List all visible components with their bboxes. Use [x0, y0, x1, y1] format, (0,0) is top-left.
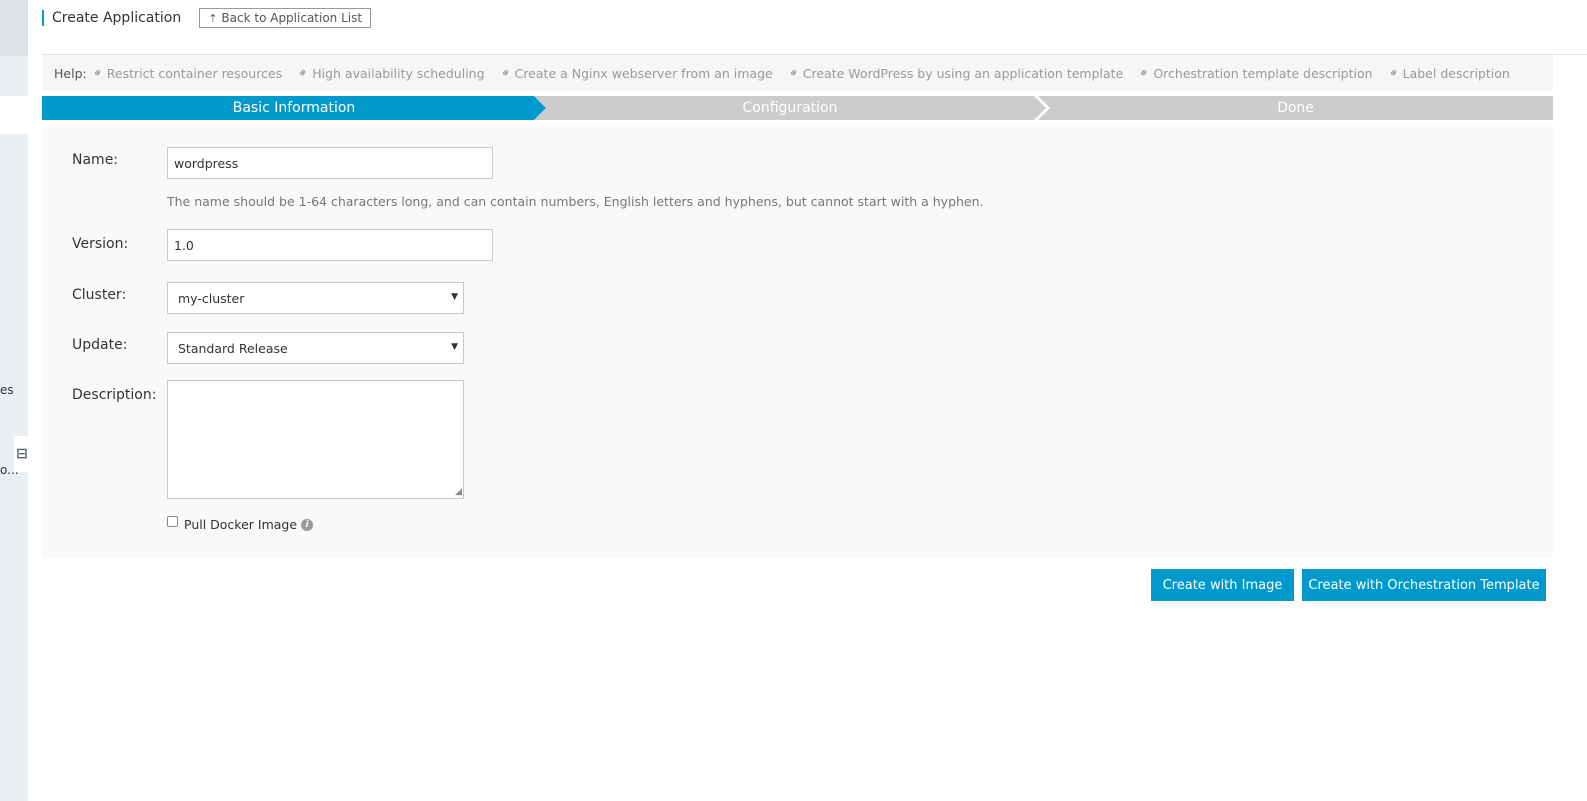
version-value: 1.0 — [174, 237, 194, 253]
link-icon: ⚭ — [1135, 64, 1153, 82]
sidebar-collapse-icon[interactable]: ⊟ — [14, 436, 30, 472]
basic-info-form: Name: wordpress The name should be 1-64 … — [42, 127, 1553, 558]
sidebar-active-item[interactable] — [0, 96, 28, 134]
name-label: Name: — [72, 152, 119, 168]
help-link-label-desc[interactable]: ⚭ Label description — [1385, 64, 1510, 81]
sidebar-item-truncated[interactable]: es — [0, 383, 14, 397]
link-icon: ⚭ — [785, 64, 803, 82]
help-link-wordpress[interactable]: ⚭ Create WordPress by using an applicatio… — [785, 64, 1124, 81]
description-label: Description: — [72, 387, 157, 403]
back-arrow-icon: ⇡ — [208, 11, 218, 25]
wizard-steps: Basic Information Configuration Done — [42, 96, 1553, 120]
link-icon: ⚭ — [1385, 64, 1403, 82]
update-value: Standard Release — [178, 340, 288, 356]
name-input[interactable]: wordpress — [167, 147, 493, 179]
sidebar-header-block — [0, 0, 28, 56]
name-hint: The name should be 1-64 characters long,… — [167, 194, 984, 209]
help-link-label: Label description — [1402, 65, 1510, 81]
version-label: Version: — [72, 236, 129, 252]
cluster-select[interactable]: my-cluster ▼ — [167, 282, 464, 314]
title-accent-bar — [42, 10, 44, 26]
page-header: Create Application ⇡ Back to Application… — [42, 6, 372, 30]
help-link-label: Restrict container resources — [106, 65, 283, 81]
chevron-down-icon: ▼ — [451, 292, 458, 302]
create-with-template-button[interactable]: Create with Orchestration Template — [1302, 569, 1546, 601]
help-label: Help: — [54, 65, 87, 81]
help-link-label: Create WordPress by using an application… — [802, 65, 1124, 81]
page-title: Create Application — [52, 10, 182, 26]
help-link-label: Create a Nginx webserver from an image — [514, 65, 773, 81]
chevron-down-icon: ▼ — [451, 342, 458, 352]
link-icon: ⚭ — [294, 64, 312, 82]
link-icon: ⚭ — [497, 64, 515, 82]
help-link-orchestration[interactable]: ⚭ Orchestration template description — [1135, 64, 1373, 82]
update-select[interactable]: Standard Release ▼ — [167, 332, 464, 364]
step-done: Done — [1038, 96, 1553, 120]
description-textarea[interactable]: ◢ — [167, 380, 464, 499]
cluster-label: Cluster: — [72, 287, 127, 303]
step-configuration: Configuration — [534, 96, 1046, 120]
cluster-value: my-cluster — [178, 290, 245, 306]
back-to-list-button[interactable]: ⇡ Back to Application List — [199, 8, 372, 28]
pull-docker-image-row: Pull Docker Image i — [167, 516, 314, 532]
step-basic-information: Basic Information — [42, 96, 546, 120]
pull-docker-image-checkbox[interactable] — [167, 516, 178, 527]
name-value: wordpress — [174, 155, 239, 171]
link-icon: ⚭ — [89, 64, 107, 82]
left-sidebar: es o... ⊟ — [0, 0, 30, 801]
back-button-label: Back to Application List — [221, 11, 363, 25]
help-link-ha-scheduling[interactable]: ⚭ High availability scheduling — [294, 64, 485, 82]
version-input[interactable]: 1.0 — [167, 229, 493, 261]
help-link-label: High availability scheduling — [312, 65, 485, 81]
help-link-label: Orchestration template description — [1153, 65, 1373, 81]
info-icon[interactable]: i — [301, 518, 314, 531]
resize-handle-icon[interactable]: ◢ — [455, 488, 462, 497]
create-with-image-button[interactable]: Create with Image — [1151, 569, 1294, 601]
pull-docker-image-label: Pull Docker Image — [184, 517, 298, 532]
help-link-nginx[interactable]: ⚭ Create a Nginx webserver from an image — [497, 64, 773, 81]
update-label: Update: — [72, 337, 128, 353]
help-bar: Help: ⚭ Restrict container resources ⚭ Hig… — [42, 55, 1553, 91]
help-link-resources[interactable]: ⚭ Restrict container resources — [89, 64, 283, 81]
